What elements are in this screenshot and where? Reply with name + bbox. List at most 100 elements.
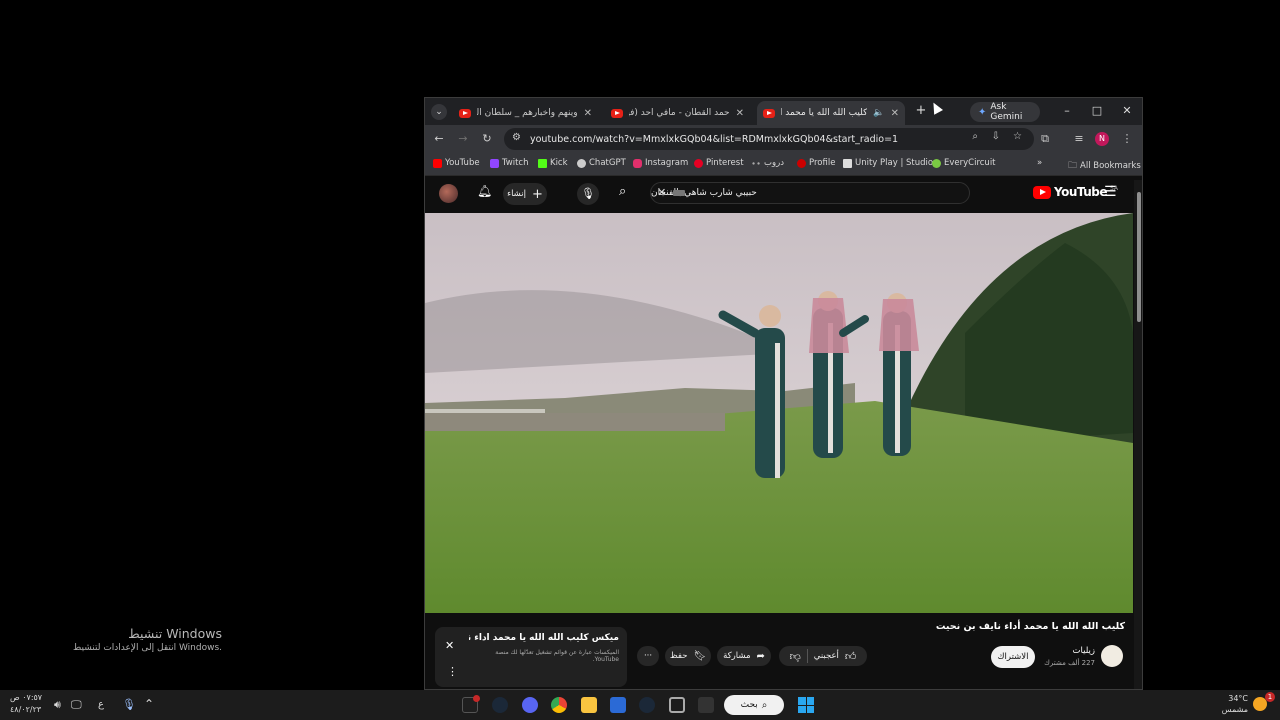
bookmark-chatgpt[interactable]: ChatGPT [577,158,626,168]
back-arrow-icon[interactable]: ← [431,131,447,147]
site-info-icon[interactable]: ⚙ [512,132,521,143]
tab-sultan[interactable]: وينهم واخبارهم _ سلطان البريك ✕ [453,101,598,125]
bookmark-twitch[interactable]: Twitch [490,158,529,168]
weather-temp[interactable]: 34°C [1222,694,1248,703]
close-window-button[interactable]: ✕ [1117,103,1137,119]
create-button[interactable]: إنشاء + [503,183,547,205]
user-avatar[interactable] [439,184,458,203]
tab-close-icon[interactable]: ✕ [584,108,592,119]
install-app-icon[interactable]: ⇩ [992,131,1000,142]
profile-avatar-icon[interactable]: N [1095,132,1109,146]
page-scrollbar[interactable] [1134,180,1142,689]
youtube-play-logo-icon [1033,185,1051,199]
bookmark-everycircuit[interactable]: EveryCircuit [932,158,996,168]
volume-icon[interactable]: 🔊︎ [54,698,61,712]
extensions-puzzle-icon[interactable]: ⧉ [1037,131,1053,147]
speaker-icon[interactable]: 🔈 [873,108,884,118]
instagram-icon [633,158,642,168]
close-mix-icon[interactable]: ✕ [445,639,454,652]
notifications-bell-icon[interactable]: 🔔︎ [477,184,492,198]
subscribe-button[interactable]: الاشتراك [991,646,1035,668]
voice-search-mic-icon[interactable]: 🎙︎ [577,183,599,205]
mix-menu-icon[interactable]: ⋮ [447,665,458,678]
like-label[interactable]: أعجبني [814,651,839,661]
search-input[interactable]: حبيبي شارب شاهي بالفنجان ✕ [650,182,970,204]
tab-close-icon[interactable]: ✕ [891,108,899,119]
search-icon: ⌕ [761,699,768,711]
windows-taskbar: ٠٧:٥٧ ص ٤٨/٠٢/٢٣ 🔊︎ 🖵 ع 🎙︎ ⌃ بحث ⌕ 34°C … [0,690,1280,720]
taskbar-search[interactable]: بحث ⌕ [724,695,784,715]
ask-gemini-button[interactable]: ✦ Ask Gemini [970,102,1040,122]
bookmark-instagram[interactable]: Instagram [633,158,688,168]
maximize-button[interactable]: □ [1087,103,1107,119]
everycircuit-icon [932,158,941,168]
like-icon[interactable]: 👍︎ [845,650,857,663]
media-control-icon[interactable]: ≡ [1071,131,1087,147]
minimize-button[interactable]: – [1057,103,1077,119]
video-player[interactable] [425,213,1133,613]
mix-subtitle: الميكسات عبارة عن قوائم تشغيل تعدّلها لك… [495,649,619,663]
windows-start-icon[interactable] [798,697,814,713]
mix-playlist-card[interactable]: ميكس كليب الله الله يا محمد أداء ناي... … [435,627,627,687]
save-button[interactable]: حفظ 🔖︎ [665,646,711,666]
app-icon-terminal[interactable] [698,697,714,713]
bookmark-kick[interactable]: Kick [538,158,568,168]
bookmark-star-icon[interactable]: ☆ [1013,131,1022,142]
share-button[interactable]: مشاركة ➦ [717,646,771,666]
bookmark-pinterest[interactable]: Pinterest [694,158,744,168]
clear-search-icon[interactable]: ✕ [657,186,666,199]
show-hidden-icons-icon[interactable]: ⌃ [144,697,154,711]
clock-date[interactable]: ٤٨/٠٢/٢٣ [10,705,41,714]
keyboard-icon[interactable] [673,190,685,196]
bookmark-unity[interactable]: Unity Play | Studio [843,158,933,168]
search-button-icon[interactable]: ⌕ [619,184,626,199]
microphone-icon[interactable]: 🎙︎ [122,698,136,711]
dislike-icon[interactable]: 👎︎ [790,650,801,663]
tab-hamad[interactable]: حمد القطان - مافي أحد (فيديو ✕ [605,101,750,125]
clock-time[interactable]: ٠٧:٥٧ ص [10,693,42,702]
file-explorer-icon[interactable] [581,697,597,713]
youtube-favicon-icon [611,108,623,118]
steam-icon[interactable] [492,697,508,713]
zoom-icon[interactable]: ⌕ [972,131,978,142]
like-dislike-group: 👎︎ أعجبني 👍︎ [779,646,867,666]
profile-bookmark-icon [797,158,806,168]
unity-icon [843,158,852,168]
hamburger-menu-icon[interactable]: ☰ [1104,184,1117,200]
channel-name[interactable]: زيليات [1035,646,1095,656]
url-text: youtube.com/watch?v=MmxlxkGQb04&list=RDM… [530,133,899,145]
chrome-icon[interactable] [551,697,567,713]
store-icon[interactable] [610,697,626,713]
bookmark-youtube[interactable]: YouTube [433,158,480,168]
address-bar[interactable]: ⚙ youtube.com/watch?v=MmxlxkGQb04&list=R… [504,128,1034,150]
network-icon[interactable]: 🖵 [71,698,82,712]
tab-search-button[interactable]: ⌄ [431,104,447,120]
video-info-panel: كليب الله الله يا محمد أداء نايف بن نحيت… [425,613,1133,689]
snipping-tool-icon[interactable] [669,697,685,713]
bookmark-droob[interactable]: ∙∙ دروب [751,158,784,168]
tab-active-clip[interactable]: كليب الله الله يا محمد أداء نا 🔈 ✕ [757,101,905,125]
all-bookmarks-button[interactable]: 🗀 All Bookmarks [1068,158,1141,174]
browser-menu-icon[interactable]: ⋮ [1119,131,1135,147]
youtube-logo-text: YouTube [1054,185,1108,199]
forward-arrow-icon[interactable]: → [455,131,471,147]
weather-condition[interactable]: مشمس [1214,705,1248,714]
discord-icon[interactable] [522,697,538,713]
steam-secondary-icon[interactable] [639,697,655,713]
app-icon-1[interactable] [462,695,480,713]
notification-badge[interactable]: 1 [1265,692,1275,702]
youtube-favicon-icon [459,108,471,118]
channel-avatar[interactable] [1101,645,1123,667]
scrollbar-thumb[interactable] [1137,192,1141,322]
new-tab-button[interactable]: + [911,103,931,119]
language-indicator[interactable]: ع [98,699,104,710]
bookmarks-overflow-button[interactable]: » [1037,158,1042,168]
folder-icon: 🗀 [1068,161,1078,171]
more-actions-button[interactable]: ··· [637,646,659,666]
share-arrow-icon: ➦ [756,650,765,662]
tab-close-icon[interactable]: ✕ [736,108,744,119]
subscriber-count: 227 ألف مشترك [1044,659,1095,667]
gemini-sparkle-icon: ✦ [978,106,987,118]
reload-icon[interactable]: ↻ [479,131,495,147]
bookmark-profile[interactable]: Profile [797,158,835,168]
